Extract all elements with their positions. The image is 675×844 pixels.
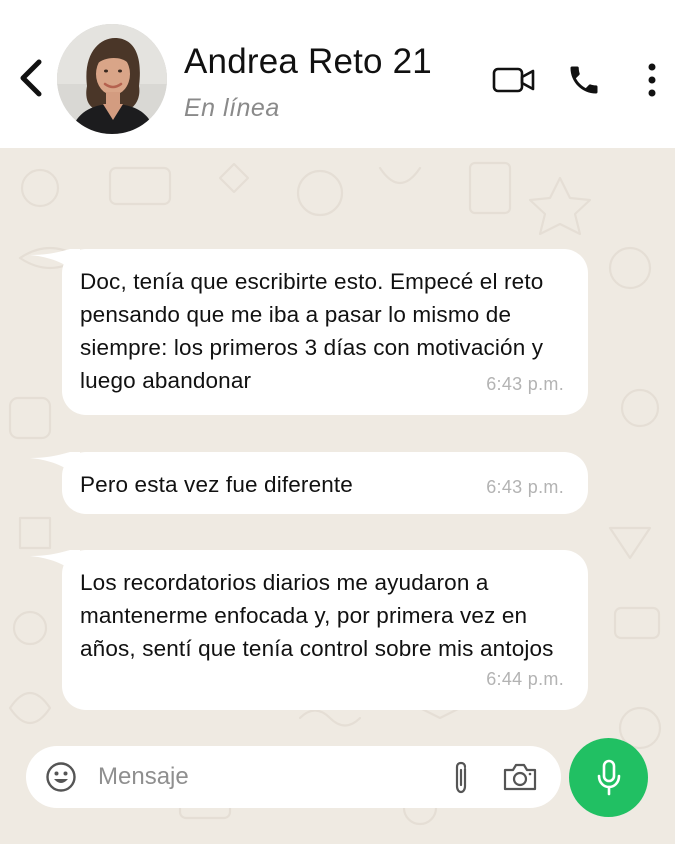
message-time: 6:43 p.m.	[486, 374, 564, 394]
bubble-tail	[30, 452, 80, 480]
paperclip-icon	[455, 761, 467, 794]
emoji-icon	[46, 762, 76, 792]
chat-area[interactable]: Doc, tenía que escribirte esto. Empecé e…	[0, 148, 675, 844]
contact-name[interactable]: Andrea Reto 21	[184, 42, 432, 82]
incoming-message[interactable]: Pero esta vez fue diferente 6:43 p.m.	[30, 452, 588, 514]
incoming-message[interactable]: Doc, tenía que escribirte esto. Empecé e…	[30, 249, 588, 415]
message-time: 6:43 p.m.	[486, 477, 564, 497]
incoming-message[interactable]: Los recordatorios diarios me ayudaron a …	[30, 550, 588, 710]
camera-button[interactable]	[502, 762, 538, 792]
camera-icon	[503, 763, 537, 791]
back-button[interactable]	[14, 58, 48, 98]
message-composer	[26, 746, 561, 808]
voice-message-button[interactable]	[569, 738, 648, 817]
chevron-left-icon	[20, 59, 42, 97]
message-time: 6:44 p.m.	[486, 669, 564, 689]
contact-photo	[57, 24, 167, 134]
bubble-tail	[30, 249, 80, 277]
video-camera-icon	[492, 67, 535, 93]
microphone-icon	[597, 759, 620, 795]
contact-avatar[interactable]	[57, 24, 167, 134]
more-options-button[interactable]	[638, 58, 666, 102]
contact-status: En línea	[184, 94, 280, 122]
message-text: Los recordatorios diarios me ayudaron a …	[80, 570, 554, 661]
attach-button[interactable]	[448, 760, 474, 796]
phone-icon	[570, 66, 598, 94]
more-vertical-icon	[648, 63, 656, 97]
emoji-button[interactable]	[44, 760, 78, 794]
message-input[interactable]	[98, 756, 428, 798]
bubble-tail	[30, 550, 80, 578]
video-call-button[interactable]	[490, 62, 538, 98]
voice-call-button[interactable]	[564, 60, 604, 100]
chat-header: Andrea Reto 21 En línea	[0, 0, 675, 148]
